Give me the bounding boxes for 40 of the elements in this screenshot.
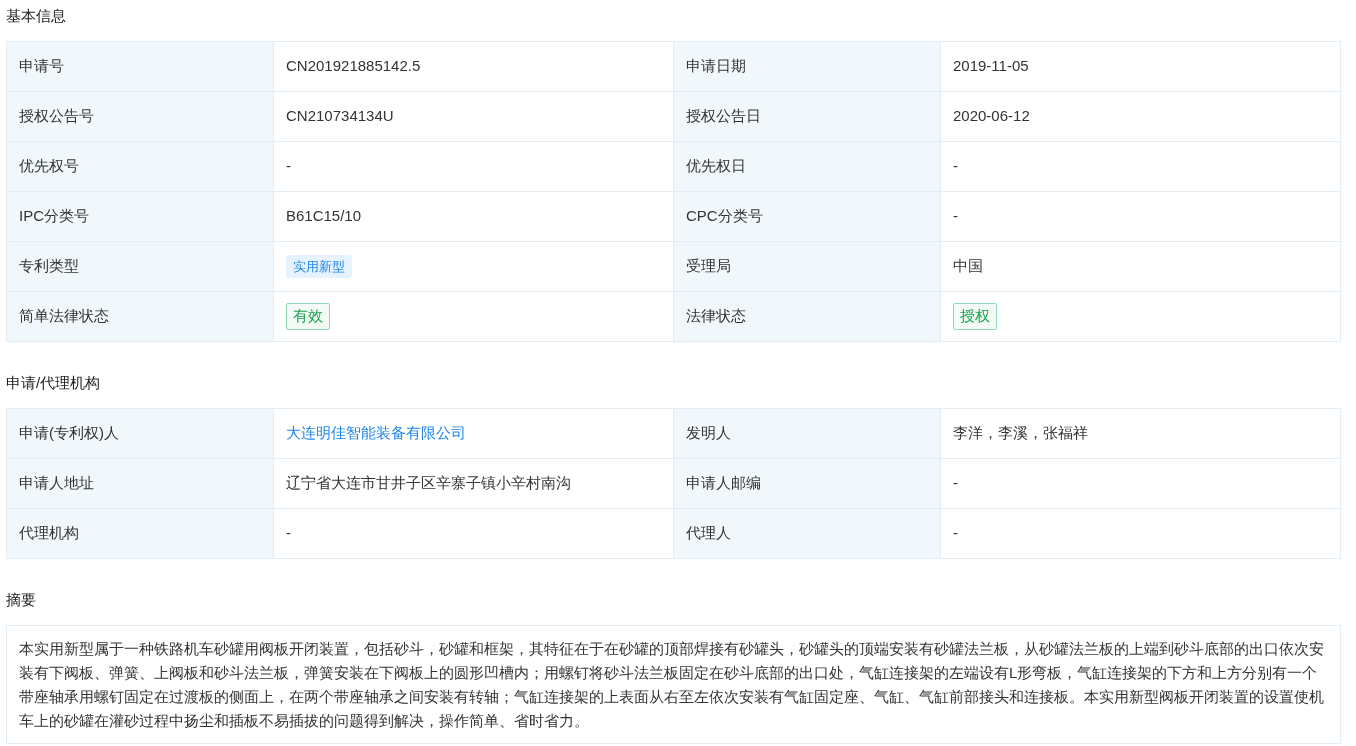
field-label: 专利类型	[7, 242, 274, 291]
field-label: CPC分类号	[674, 192, 941, 241]
section-title: 摘要	[6, 589, 37, 610]
field-label: 代理人	[674, 509, 941, 558]
field-label: 优先权号	[7, 142, 274, 191]
field-value: 辽宁省大连市甘井子区辛寨子镇小辛村南沟	[286, 473, 571, 494]
field-value: 中国	[953, 256, 983, 277]
section-title: 申请/代理机构	[6, 372, 102, 393]
field-label: IPC分类号	[7, 192, 274, 241]
field-label: 发明人	[674, 409, 941, 458]
field-value: -	[286, 156, 291, 177]
status-tag: 有效	[286, 303, 330, 330]
field-label: 法律状态	[674, 292, 941, 341]
field-label: 申请人邮编	[674, 459, 941, 508]
field-value: B61C15/10	[286, 206, 362, 227]
section-title: 基本信息	[6, 5, 67, 26]
patent-type-tag: 实用新型	[286, 254, 352, 279]
field-label: 授权公告日	[674, 92, 941, 141]
field-label: 优先权日	[674, 142, 941, 191]
field-label: 受理局	[674, 242, 941, 291]
field-label: 代理机构	[7, 509, 274, 558]
field-value: CN201921885142.5	[286, 56, 421, 77]
status-tag: 授权	[953, 303, 997, 330]
field-label: 简单法律状态	[7, 292, 274, 341]
field-value: -	[953, 156, 958, 177]
field-value: CN210734134U	[286, 106, 394, 127]
field-value: 李洋，李溪，张福祥	[953, 423, 1088, 444]
field-value: 2020-06-12	[953, 106, 1030, 127]
field-value: -	[953, 473, 958, 494]
field-value: -	[953, 206, 958, 227]
field-value: -	[953, 523, 958, 544]
field-label: 授权公告号	[7, 92, 274, 141]
field-label: 申请人地址	[7, 459, 274, 508]
field-label: 申请日期	[674, 42, 941, 91]
field-value: 2019-11-05	[953, 56, 1029, 77]
abstract-text: 本实用新型属于一种铁路机车砂罐用阀板开闭装置，包括砂斗，砂罐和框架，其特征在于在砂罐的顶部焊接有砂罐头，砂罐头的顶端安装有砂罐法兰板，从砂罐法兰板的上端到砂斗底部的出口依次安装有下阀板、弹簧、上阀板和砂斗法兰板，弹簧安装在下阀板上的圆形凹槽内；用螺钉将砂斗法兰板固定在砂斗底部的出口处，气缸连接架的左端设有L形弯板，气缸连接架的下方和上方分别有一个带座轴承用螺钉固定在过渡板的侧面上，在两个带座轴承之间安装有转轴；气缸连接架的上表面从右至左依次安装有气缸固定座、气缸、气缸前部接头和连接板。本实用新型阀板开闭装置的设置使机车上的砂罐在灌砂过程中扬尘和插板不易插拔的问题得到解决，操作简单、省时省力。	[19, 639, 1325, 731]
field-value: -	[286, 523, 291, 544]
applicant-link[interactable]: 大连明佳智能装备有限公司	[286, 422, 466, 445]
field-label: 申请(专利权)人	[7, 409, 274, 458]
field-label: 申请号	[7, 42, 274, 91]
